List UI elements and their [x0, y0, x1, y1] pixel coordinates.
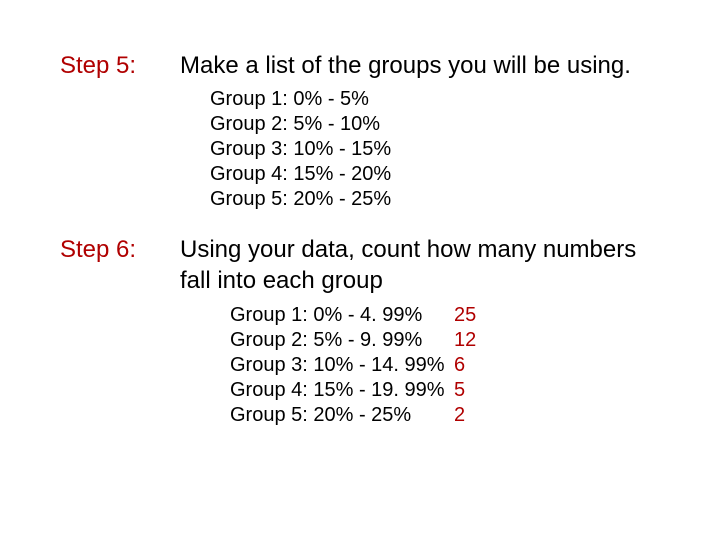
- group-row: Group 3: 10% - 14. 99% 6: [230, 353, 660, 378]
- group-range: Group 1: 0% - 4. 99%: [230, 303, 450, 328]
- group-range: Group 2: 5% - 9. 99%: [230, 328, 450, 353]
- group-item: Group 3: 10% - 15%: [210, 137, 660, 162]
- group-item: Group 5: 20% - 25%: [210, 187, 660, 212]
- group-count: 2: [450, 403, 465, 428]
- step5-label: Step 5:: [60, 50, 180, 81]
- step6-block: Step 6: Using your data, count how many …: [60, 234, 660, 296]
- group-row: Group 1: 0% - 4. 99% 25: [230, 303, 660, 328]
- step6-text: Using your data, count how many numbers …: [180, 234, 660, 296]
- group-item: Group 2: 5% - 10%: [210, 112, 660, 137]
- step6-groups: Group 1: 0% - 4. 99% 25 Group 2: 5% - 9.…: [230, 303, 660, 428]
- step5-groups: Group 1: 0% - 5% Group 2: 5% - 10% Group…: [210, 87, 660, 212]
- group-row: Group 5: 20% - 25% 2: [230, 403, 660, 428]
- group-item: Group 1: 0% - 5%: [210, 87, 660, 112]
- group-count: 6: [450, 353, 465, 378]
- group-count: 25: [450, 303, 476, 328]
- group-count: 12: [450, 328, 476, 353]
- slide: Step 5: Make a list of the groups you wi…: [0, 0, 720, 540]
- step6-label: Step 6:: [60, 234, 180, 265]
- group-range: Group 3: 10% - 14. 99%: [230, 353, 450, 378]
- group-item: Group 4: 15% - 20%: [210, 162, 660, 187]
- step5-text: Make a list of the groups you will be us…: [180, 50, 660, 81]
- step5-block: Step 5: Make a list of the groups you wi…: [60, 50, 660, 81]
- group-range: Group 4: 15% - 19. 99%: [230, 378, 450, 403]
- group-row: Group 4: 15% - 19. 99% 5: [230, 378, 660, 403]
- group-count: 5: [450, 378, 465, 403]
- group-range: Group 5: 20% - 25%: [230, 403, 450, 428]
- group-row: Group 2: 5% - 9. 99% 12: [230, 328, 660, 353]
